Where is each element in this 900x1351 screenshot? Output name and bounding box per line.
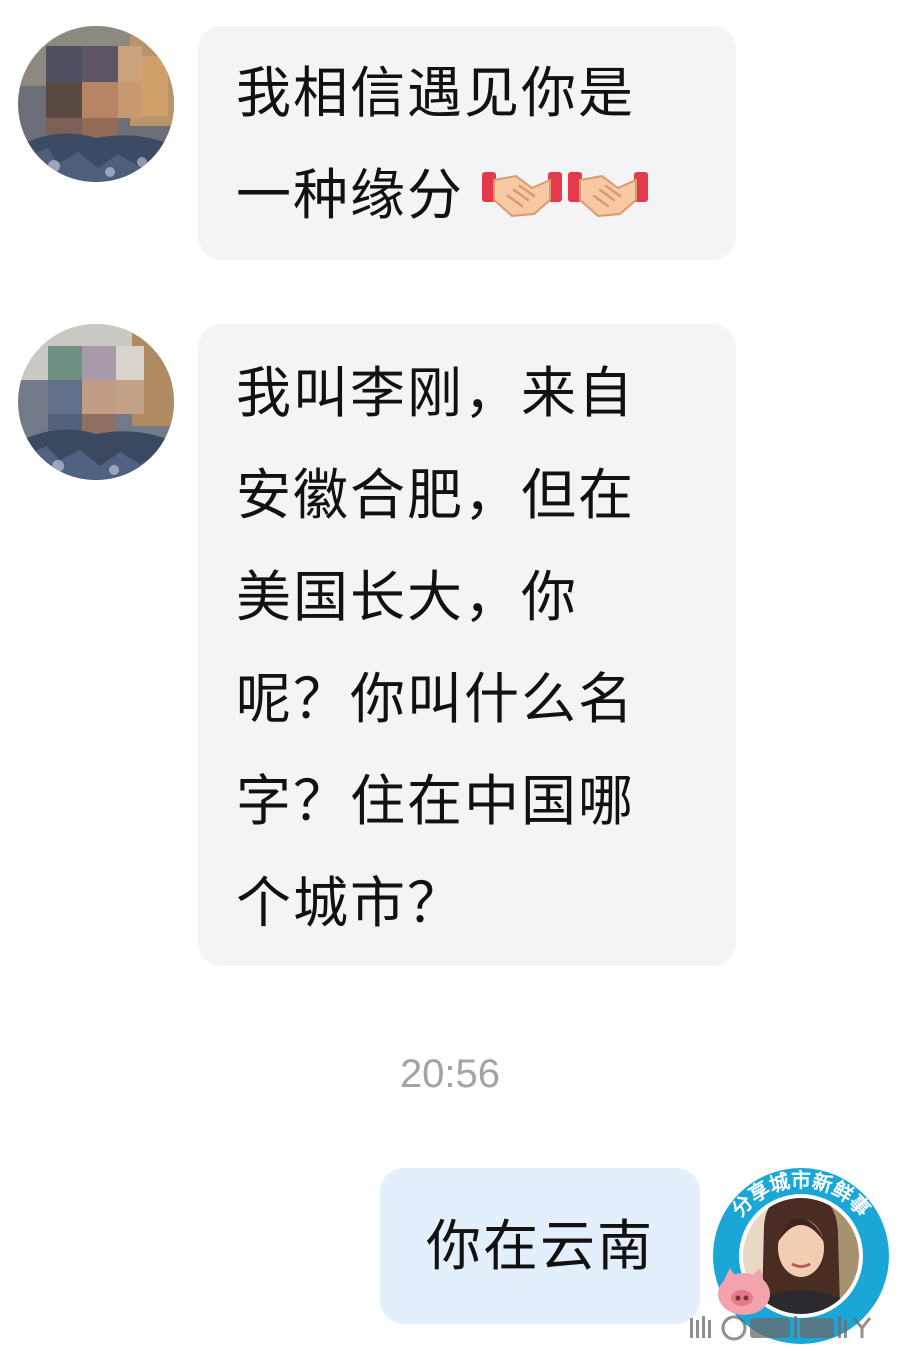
message-text: 美国长大，你 — [236, 565, 579, 629]
message-text: 我相信遇见你是 — [236, 61, 636, 125]
message-text: 安徽合肥，但在 — [236, 463, 636, 527]
message-text: 你在云南 — [425, 1213, 654, 1278]
contact-avatar[interactable] — [18, 26, 174, 182]
message-text: 字？住在中国哪 — [236, 769, 636, 833]
handshake-emoji — [482, 172, 563, 218]
handshake-emoji — [568, 172, 649, 218]
message-text: 个城市？ — [236, 871, 465, 935]
message-text: 我叫李刚，来自 — [236, 361, 636, 425]
contact-avatar[interactable] — [18, 324, 174, 480]
incoming-message-bubble[interactable]: 我相信遇见你是 一种缘分 — [198, 26, 736, 260]
message-timestamp: 20:56 — [399, 1052, 501, 1096]
watermark-handle — [690, 1312, 890, 1346]
incoming-message-bubble[interactable]: 我叫李刚，来自 安徽合肥，但在 美国长大，你 呢？你叫什么名 字？住在中国哪 个… — [198, 324, 736, 966]
outgoing-message-bubble[interactable]: 你在云南 — [380, 1168, 700, 1324]
message-text: 呢？你叫什么名 — [236, 667, 636, 731]
message-text: 一种缘分 — [236, 163, 465, 227]
